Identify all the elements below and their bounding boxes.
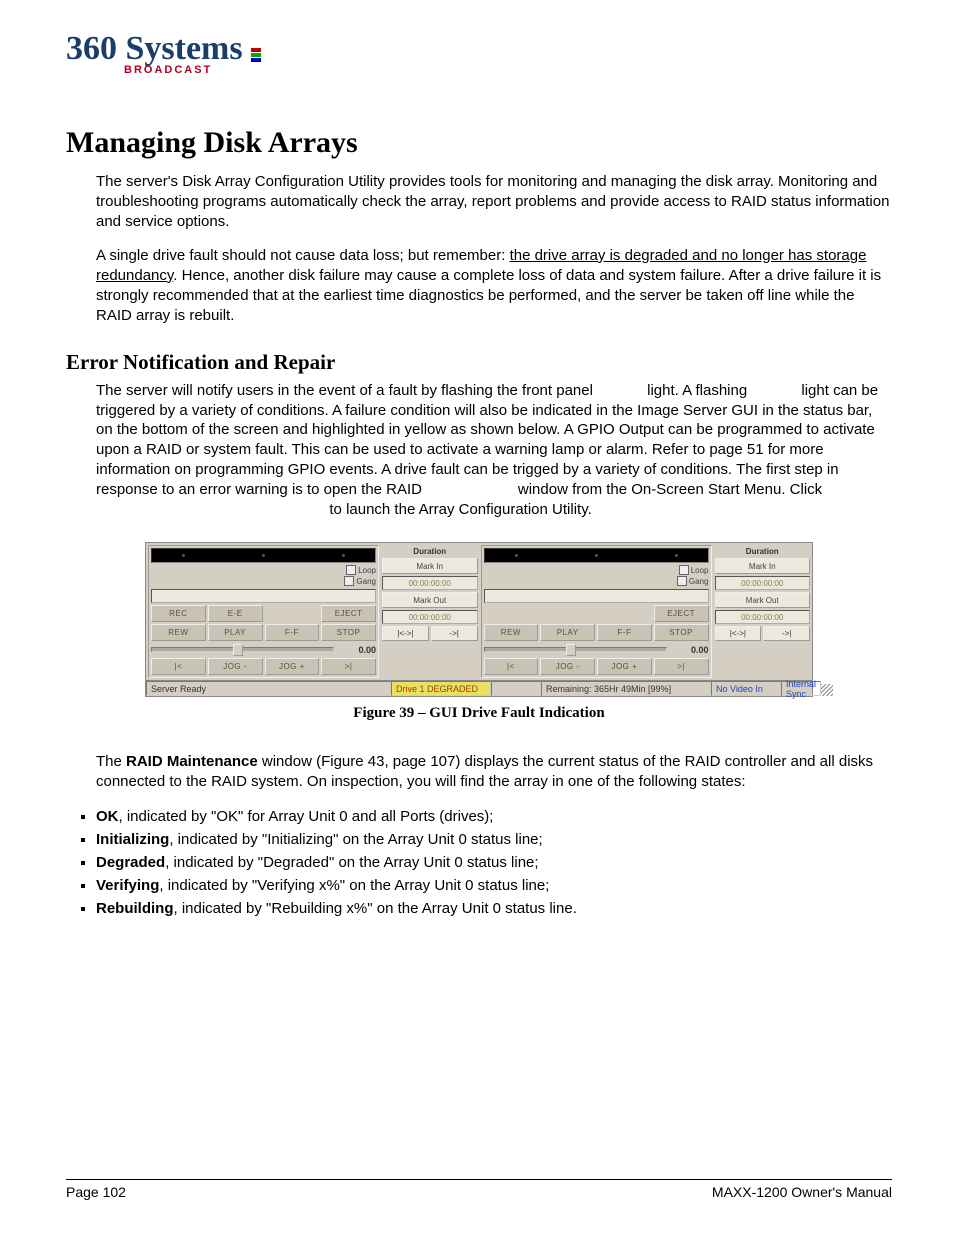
p3-blank1 bbox=[597, 382, 643, 399]
p4-bold: RAID Maintenance bbox=[126, 753, 258, 770]
mark-out-tc: 00:00:00:00 bbox=[382, 610, 478, 624]
mark-out-button[interactable]: Mark Out bbox=[382, 592, 478, 608]
goto-start-button[interactable]: |< bbox=[151, 658, 206, 675]
gang-checkbox[interactable]: Gang bbox=[677, 576, 709, 586]
status-spacer bbox=[491, 681, 541, 696]
jog-plus-button[interactable]: JOG + bbox=[597, 658, 652, 675]
status-server-ready: Server Ready bbox=[146, 681, 391, 696]
eject-button[interactable]: EJECT bbox=[321, 605, 376, 622]
stop-button[interactable]: STOP bbox=[321, 624, 376, 641]
p4a: The bbox=[96, 753, 126, 770]
review-button[interactable]: |<->| bbox=[715, 626, 762, 641]
brand-logo: 360 Systems BROADCAST bbox=[66, 30, 892, 76]
p3-blank2 bbox=[751, 382, 797, 399]
ff-button[interactable]: F-F bbox=[265, 624, 320, 641]
resize-grip-icon[interactable] bbox=[821, 681, 833, 696]
p3b: light. A flashing bbox=[647, 382, 751, 399]
ff-button[interactable]: F-F bbox=[597, 624, 652, 641]
list-item: Verifying, indicated by "Verifying x%" o… bbox=[96, 875, 892, 896]
eject-button[interactable]: EJECT bbox=[654, 605, 709, 622]
review-button[interactable]: |<->| bbox=[382, 626, 429, 641]
mark-in-tc: 00:00:00:00 bbox=[382, 576, 478, 590]
duration-label: Duration bbox=[715, 547, 811, 556]
rec-button[interactable]: REC bbox=[151, 605, 206, 622]
mark-out-tc: 00:00:00:00 bbox=[715, 610, 811, 624]
p3-blank3 bbox=[426, 481, 514, 498]
clip-name-field[interactable] bbox=[151, 589, 376, 603]
status-bar: Server Ready Drive 1 DEGRADED Remaining:… bbox=[146, 680, 812, 696]
rew-button[interactable]: REW bbox=[484, 624, 539, 641]
footer-manual-title: MAXX-1200 Owner's Manual bbox=[712, 1184, 892, 1200]
goto-end-button[interactable]: >| bbox=[654, 658, 709, 675]
section-heading: Error Notification and Repair bbox=[66, 350, 892, 375]
duration-label: Duration bbox=[382, 547, 478, 556]
goto-out-button[interactable]: ->| bbox=[763, 626, 810, 641]
status-internal-sync: Internal Sync bbox=[781, 681, 821, 696]
transport-channel-2: Loop Gang REC E-E EJECT REW PLAY F-F bbox=[481, 545, 811, 678]
jog-value: 0.00 bbox=[671, 645, 709, 655]
mark-in-tc: 00:00:00:00 bbox=[715, 576, 811, 590]
logo-stripes-icon bbox=[251, 47, 261, 63]
p2-lead: A single drive fault should not cause da… bbox=[96, 247, 510, 264]
jog-slider[interactable] bbox=[151, 647, 334, 652]
p2-tail: . Hence, another disk failure may cause … bbox=[96, 267, 881, 324]
status-no-video: No Video In bbox=[711, 681, 781, 696]
goto-end-button[interactable]: >| bbox=[321, 658, 376, 675]
clip-display bbox=[484, 548, 709, 563]
status-remaining: Remaining: 365Hr 49Min [99%] bbox=[541, 681, 711, 696]
gui-figure: Loop Gang REC E-E EJECT REW PLAY F-F bbox=[145, 542, 813, 697]
mark-out-button[interactable]: Mark Out bbox=[715, 592, 811, 608]
raid-states-list: OK, indicated by "OK" for Array Unit 0 a… bbox=[66, 806, 892, 919]
jog-plus-button[interactable]: JOG + bbox=[265, 658, 320, 675]
goto-out-button[interactable]: ->| bbox=[431, 626, 478, 641]
jog-value: 0.00 bbox=[338, 645, 376, 655]
jog-minus-button[interactable]: JOG - bbox=[208, 658, 263, 675]
p3e: to launch the Array Configuration Utilit… bbox=[329, 501, 591, 518]
p3d: window from the On-Screen Start Menu. Cl… bbox=[518, 481, 822, 498]
mark-in-button[interactable]: Mark In bbox=[715, 558, 811, 574]
rew-button[interactable]: REW bbox=[151, 624, 206, 641]
footer-page-number: Page 102 bbox=[66, 1184, 126, 1200]
jog-slider[interactable] bbox=[484, 647, 667, 652]
list-item: Degraded, indicated by "Degraded" on the… bbox=[96, 852, 892, 873]
page-heading: Managing Disk Arrays bbox=[66, 126, 892, 160]
loop-checkbox[interactable]: Loop bbox=[679, 565, 709, 575]
play-button[interactable]: PLAY bbox=[540, 624, 595, 641]
logo-script: 360 Systems bbox=[66, 30, 243, 67]
loop-checkbox[interactable]: Loop bbox=[346, 565, 376, 575]
goto-start-button[interactable]: |< bbox=[484, 658, 539, 675]
gang-checkbox[interactable]: Gang bbox=[344, 576, 376, 586]
p3-blank4 bbox=[96, 501, 325, 518]
status-drive-degraded: Drive 1 DEGRADED bbox=[391, 681, 491, 696]
jog-minus-button[interactable]: JOG - bbox=[540, 658, 595, 675]
page-footer: Page 102 MAXX-1200 Owner's Manual bbox=[66, 1179, 892, 1200]
error-paragraph: The server will notify users in the even… bbox=[96, 381, 892, 521]
ee-button[interactable]: E-E bbox=[208, 605, 263, 622]
list-item: Rebuilding, indicated by "Rebuilding x%"… bbox=[96, 898, 892, 919]
intro-paragraph-2: A single drive fault should not cause da… bbox=[96, 246, 892, 326]
clip-display bbox=[151, 548, 376, 563]
clip-name-field[interactable] bbox=[484, 589, 709, 603]
list-item: Initializing, indicated by "Initializing… bbox=[96, 829, 892, 850]
stop-button[interactable]: STOP bbox=[654, 624, 709, 641]
raid-maint-paragraph: The RAID Maintenance window (Figure 43, … bbox=[96, 752, 892, 792]
play-button[interactable]: PLAY bbox=[208, 624, 263, 641]
mark-in-button[interactable]: Mark In bbox=[382, 558, 478, 574]
p3a: The server will notify users in the even… bbox=[96, 382, 597, 399]
figure-caption: Figure 39 – GUI Drive Fault Indication bbox=[66, 705, 892, 722]
intro-paragraph-1: The server's Disk Array Configuration Ut… bbox=[96, 172, 892, 232]
transport-channel-1: Loop Gang REC E-E EJECT REW PLAY F-F bbox=[148, 545, 478, 678]
list-item: OK, indicated by "OK" for Array Unit 0 a… bbox=[96, 806, 892, 827]
